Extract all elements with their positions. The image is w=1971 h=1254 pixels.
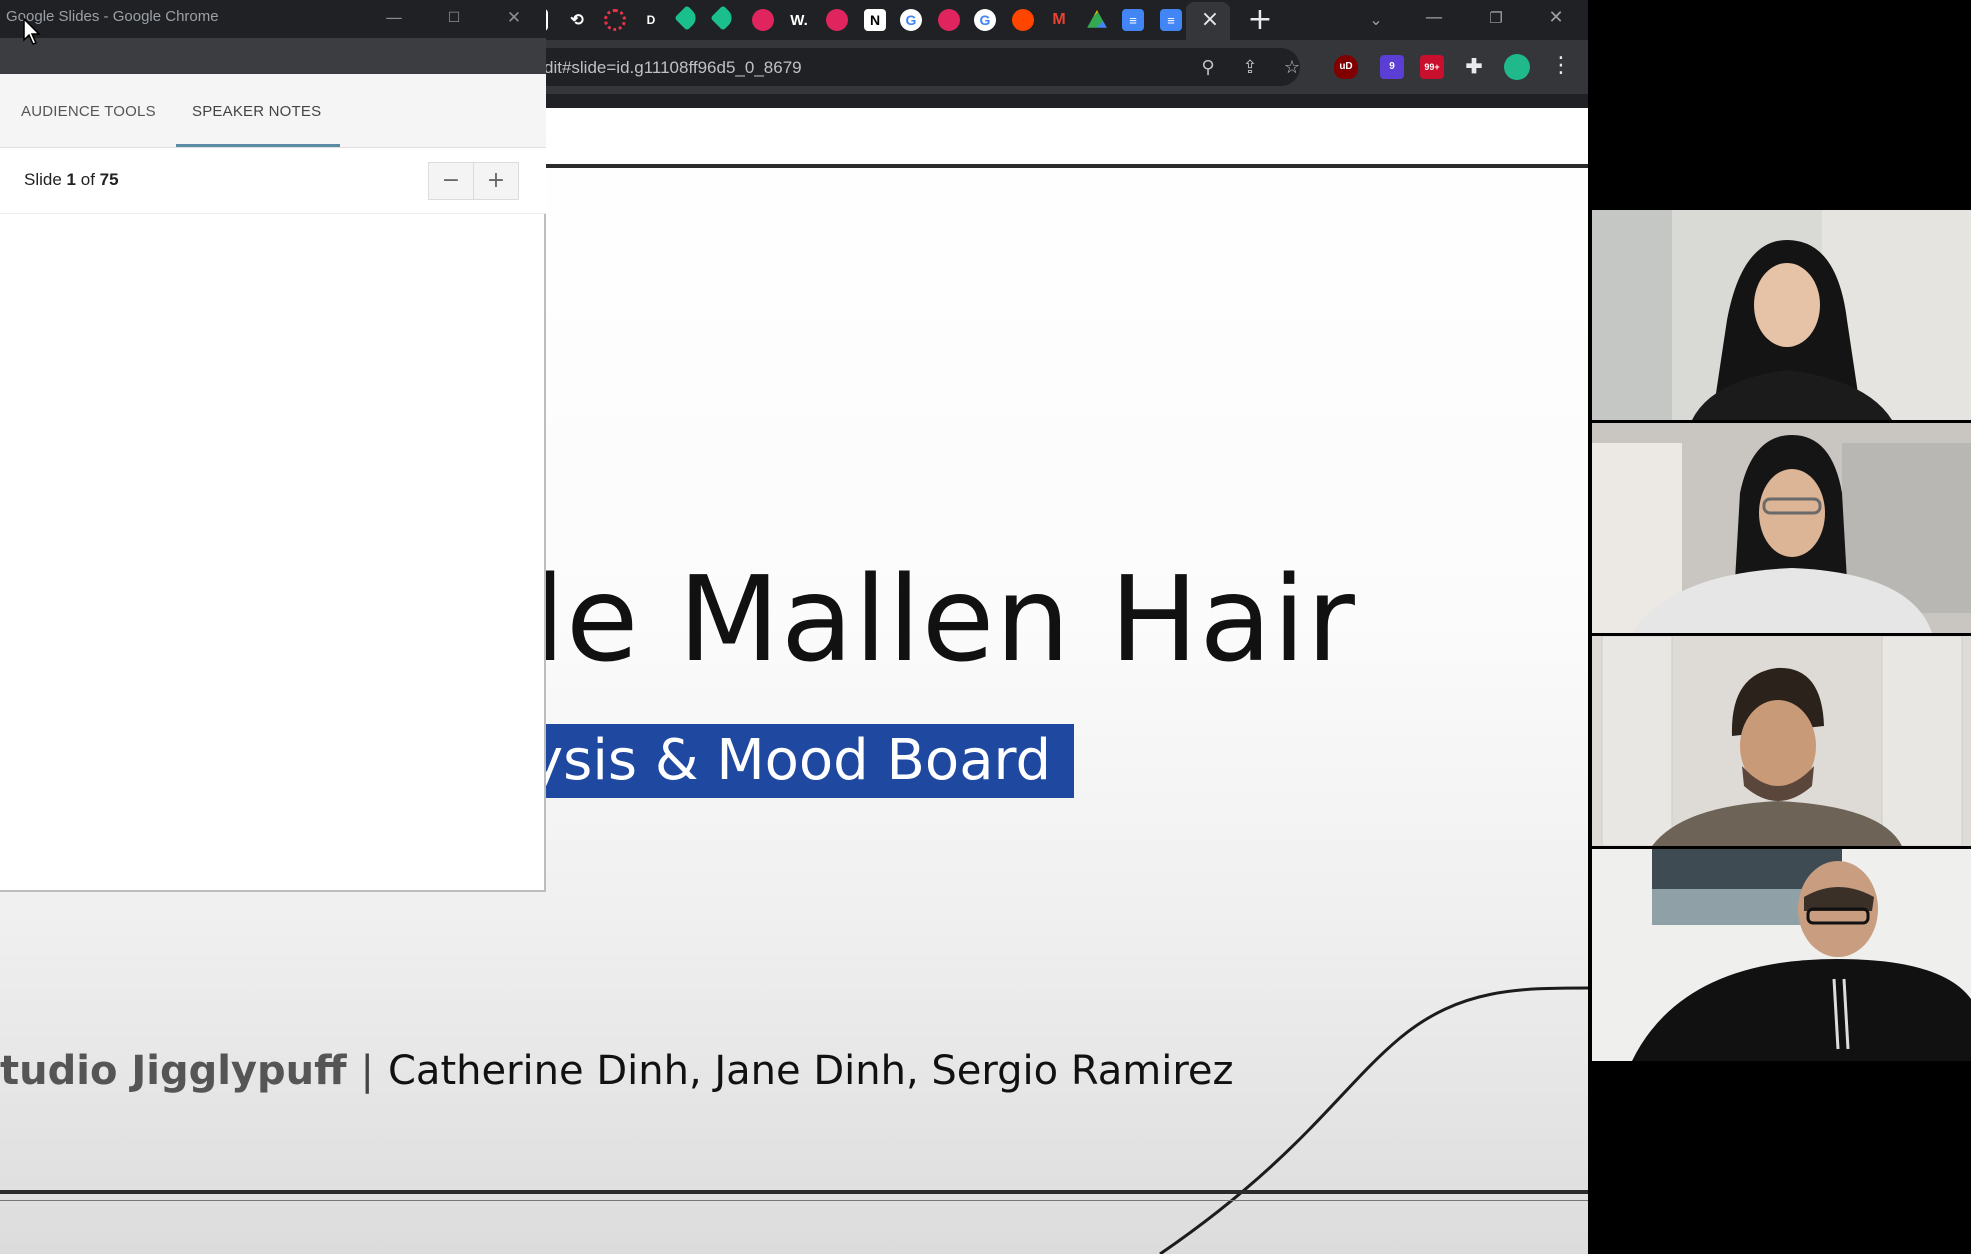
- tab-search-icon[interactable]: ⌄: [1364, 6, 1388, 34]
- credits-names: Catherine Dinh, Jane Dinh, Sergio Ramire…: [388, 1048, 1234, 1094]
- extension-badge-icon[interactable]: 9: [1380, 55, 1404, 79]
- restore-button[interactable]: ❐: [1476, 4, 1516, 32]
- w-icon[interactable]: W.: [788, 9, 810, 31]
- presenter-titlebar[interactable]: Google Slides - Google Chrome — ☐ ✕: [0, 0, 546, 38]
- sync-icon[interactable]: ⟲: [566, 9, 588, 31]
- mouse-cursor-icon: [23, 18, 41, 45]
- record-icon[interactable]: [826, 9, 848, 31]
- maximize-button[interactable]: ☐: [440, 6, 468, 30]
- speaker-notes-area[interactable]: [0, 215, 544, 890]
- d-icon[interactable]: D: [640, 9, 662, 31]
- tab-speaker-notes[interactable]: SPEAKER NOTES: [192, 103, 321, 120]
- slide-subtitle: ysis & Mood Board: [530, 728, 1052, 793]
- profile-avatar[interactable]: [1504, 54, 1530, 80]
- slide-divider-bottom-thin: [0, 1200, 1588, 1201]
- ublock-icon[interactable]: uD: [1334, 55, 1358, 79]
- participant-video-2[interactable]: [1592, 423, 1971, 633]
- reddit-icon[interactable]: [1012, 9, 1034, 31]
- participant-video-4[interactable]: [1592, 849, 1971, 1061]
- tab-audience-tools[interactable]: AUDIENCE TOOLS: [21, 103, 156, 120]
- slide-total: 75: [99, 170, 119, 189]
- close-window-button[interactable]: ✕: [1536, 4, 1576, 32]
- minimize-button[interactable]: —: [1414, 4, 1454, 32]
- active-tab-indicator: [176, 144, 340, 147]
- record-icon[interactable]: [938, 9, 960, 31]
- tab-close-icon[interactable]: ×: [1200, 6, 1220, 34]
- slide-credits: tudio Jigglypuff | Catherine Dinh, Jane Di…: [0, 1048, 1234, 1094]
- docs-icon[interactable]: ≡: [1160, 9, 1182, 31]
- presenter-view-window: Google Slides - Google Chrome — ☐ ✕ AUDI…: [0, 0, 546, 892]
- presenter-tabs: AUDIENCE TOOLS SPEAKER NOTES: [0, 74, 546, 148]
- slide-counter: Slide 1 of 75: [24, 170, 119, 189]
- slide-divider-bottom: [0, 1190, 1588, 1194]
- tag-icon[interactable]: [674, 5, 700, 31]
- docs-icon[interactable]: ≡: [1122, 9, 1144, 31]
- slide-current: 1: [66, 170, 77, 189]
- bookmark-star-icon[interactable]: ☆: [1280, 56, 1304, 80]
- close-window-button[interactable]: ✕: [500, 6, 528, 30]
- credits-separator: |: [360, 1048, 374, 1094]
- zoom-icon[interactable]: ⚲: [1196, 56, 1220, 80]
- participant-video-1[interactable]: [1592, 210, 1971, 420]
- slide-title: de Mallen Hair: [490, 550, 1356, 688]
- tag-icon[interactable]: [710, 5, 736, 31]
- share-icon[interactable]: ⇪: [1238, 56, 1262, 80]
- record-icon[interactable]: [752, 9, 774, 31]
- presenter-toolbar: [0, 38, 546, 74]
- gmail-icon[interactable]: M: [1048, 9, 1070, 31]
- participant-video-3[interactable]: [1592, 636, 1971, 846]
- credits-studio: tudio Jigglypuff: [0, 1048, 347, 1094]
- google-icon[interactable]: G: [900, 9, 922, 31]
- google-icon[interactable]: G: [974, 9, 996, 31]
- new-tab-button[interactable]: +: [1246, 4, 1274, 36]
- zoom-in-button[interactable]: +: [473, 162, 519, 200]
- menu-kebab-icon[interactable]: ⋮: [1550, 52, 1572, 80]
- loader-icon[interactable]: [604, 9, 626, 31]
- zoom-out-button[interactable]: −: [428, 162, 474, 200]
- drive-icon[interactable]: [1087, 10, 1107, 28]
- screen: ⟲ D W. Ν G G M ≡ ≡ × + ⌄ — ❐ ✕ dit#slide…: [0, 0, 1971, 1254]
- minimize-button[interactable]: —: [380, 6, 408, 30]
- extensions-puzzle-icon[interactable]: ✚: [1462, 55, 1486, 79]
- extension-icon[interactable]: 99+: [1420, 55, 1444, 79]
- url-text[interactable]: dit#slide=id.g11108ff96d5_0_8679: [544, 58, 802, 78]
- slide-navigation-bar: Slide 1 of 75 − +: [0, 148, 546, 214]
- n-icon[interactable]: Ν: [864, 9, 886, 31]
